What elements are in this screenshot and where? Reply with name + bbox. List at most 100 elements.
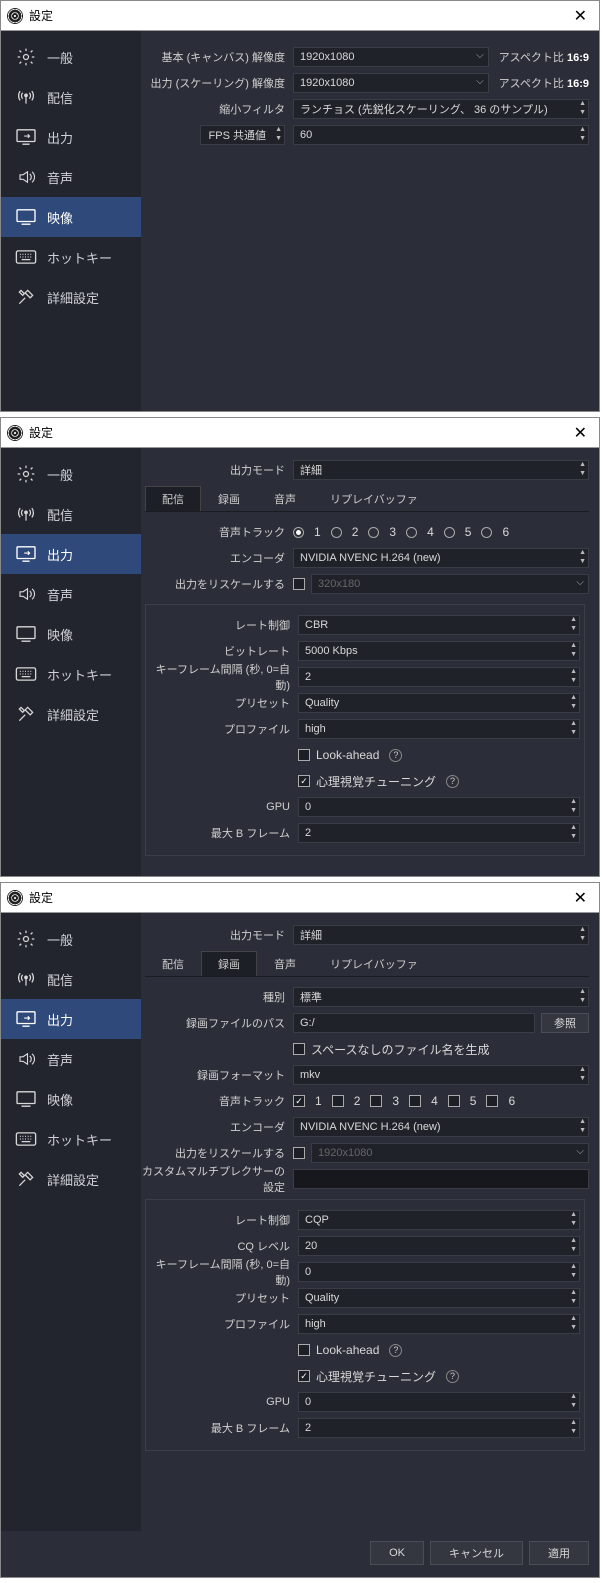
base-res-select[interactable]: 1920x1080⌵: [293, 47, 489, 67]
sidebar-item-stream[interactable]: 配信: [1, 959, 141, 999]
sidebar-item-stream[interactable]: 配信: [1, 494, 141, 534]
rec-rate-control-select[interactable]: CQP▲▼: [298, 1210, 580, 1230]
track-radio-3[interactable]: [368, 527, 379, 538]
rec-bframes-input[interactable]: 2▲▼: [298, 1418, 580, 1438]
sidebar-item-advanced[interactable]: 詳細設定: [1, 694, 141, 734]
sidebar-label: 出力: [47, 128, 73, 147]
gpu-input[interactable]: 0▲▼: [298, 797, 580, 817]
rec-keyframe-label: キーフレーム間隔 (秒, 0=自動): [146, 1256, 298, 1288]
help-icon[interactable]: ?: [389, 1344, 402, 1357]
track-radio-6[interactable]: [481, 527, 492, 538]
keyboard-icon: [15, 1130, 37, 1148]
keyframe-input[interactable]: 2▲▼: [298, 667, 580, 687]
cancel-button[interactable]: キャンセル: [430, 1541, 523, 1565]
tab-replay[interactable]: リプレイバッファ: [313, 486, 435, 511]
sidebar-item-general[interactable]: 一般: [1, 454, 141, 494]
help-icon[interactable]: ?: [446, 1370, 459, 1383]
sidebar-item-general[interactable]: 一般: [1, 37, 141, 77]
rate-control-select[interactable]: CBR▲▼: [298, 615, 580, 635]
rec-format-select[interactable]: mkv▲▼: [293, 1065, 589, 1085]
track-check-6[interactable]: [486, 1095, 498, 1107]
browse-button[interactable]: 参照: [541, 1013, 589, 1033]
tab-stream[interactable]: 配信: [145, 486, 201, 511]
track-radio-5[interactable]: [444, 527, 455, 538]
gpu-label: GPU: [146, 801, 298, 813]
sidebar-item-video[interactable]: 映像: [1, 614, 141, 654]
track-radio-1[interactable]: [293, 527, 304, 538]
rescale-checkbox[interactable]: [293, 578, 305, 590]
track-check-4[interactable]: [409, 1095, 421, 1107]
sidebar-item-hotkeys[interactable]: ホットキー: [1, 237, 141, 277]
sidebar-item-stream[interactable]: 配信: [1, 77, 141, 117]
scaled-res-select[interactable]: 1920x1080⌵: [293, 73, 489, 93]
nospace-checkbox[interactable]: [293, 1043, 305, 1055]
ok-button[interactable]: OK: [370, 1541, 424, 1565]
close-icon[interactable]: ✕: [568, 6, 593, 26]
close-icon[interactable]: ✕: [568, 888, 593, 908]
rec-encoder-select[interactable]: NVIDIA NVENC H.264 (new)▲▼: [293, 1117, 589, 1137]
track-check-1[interactable]: [293, 1095, 305, 1107]
bitrate-input[interactable]: 5000 Kbps▲▼: [298, 641, 580, 661]
rec-rescale-checkbox[interactable]: [293, 1147, 305, 1159]
help-icon[interactable]: ?: [389, 749, 402, 762]
rec-psycho-checkbox[interactable]: [298, 1370, 310, 1382]
close-icon[interactable]: ✕: [568, 423, 593, 443]
speaker-icon: [15, 585, 37, 603]
rec-profile-select[interactable]: high▲▼: [298, 1314, 580, 1334]
window-title: 設定: [29, 7, 568, 24]
fps-type-select[interactable]: FPS 共通値▲▼: [200, 125, 285, 145]
tab-record[interactable]: 録画: [201, 951, 257, 976]
rec-preset-select[interactable]: Quality▲▼: [298, 1288, 580, 1308]
sidebar-item-hotkeys[interactable]: ホットキー: [1, 654, 141, 694]
output-mode-select[interactable]: 詳細▲▼: [293, 460, 589, 480]
tab-stream[interactable]: 配信: [145, 951, 201, 976]
sidebar-item-audio[interactable]: 音声: [1, 1039, 141, 1079]
output-mode-select[interactable]: 詳細▲▼: [293, 925, 589, 945]
sidebar-item-video[interactable]: 映像: [1, 1079, 141, 1119]
sidebar-item-video[interactable]: 映像: [1, 197, 141, 237]
bframes-input[interactable]: 2▲▼: [298, 823, 580, 843]
tab-record[interactable]: 録画: [201, 486, 257, 511]
rec-mux-input[interactable]: [293, 1169, 589, 1189]
track-check-2[interactable]: [332, 1095, 344, 1107]
tab-replay[interactable]: リプレイバッファ: [313, 951, 435, 976]
sidebar-item-output[interactable]: 出力: [1, 999, 141, 1039]
rec-type-select[interactable]: 標準▲▼: [293, 987, 589, 1007]
track-check-3[interactable]: [370, 1095, 382, 1107]
filter-select[interactable]: ランチョス (先鋭化スケーリング、 36 のサンプル)▲▼: [293, 99, 589, 119]
apply-button[interactable]: 適用: [529, 1541, 589, 1565]
rec-lookahead-checkbox[interactable]: [298, 1344, 310, 1356]
sidebar-item-output[interactable]: 出力: [1, 534, 141, 574]
sidebar-label: 一般: [47, 48, 73, 67]
settings-window-output-record: 設定 ✕ 一般 配信 出力 音声 映像 ホットキー 詳細設定 出力モード 詳細▲…: [0, 882, 600, 1578]
rec-gpu-input[interactable]: 0▲▼: [298, 1392, 580, 1412]
sidebar-item-general[interactable]: 一般: [1, 919, 141, 959]
rec-keyframe-input[interactable]: 0▲▼: [298, 1262, 580, 1282]
output-record-panel: 出力モード 詳細▲▼ 配信 録画 音声 リプレイバッファ 種別標準▲▼ 録画ファ…: [141, 913, 599, 1531]
tab-audio[interactable]: 音声: [257, 486, 313, 511]
nospace-label: スペースなしのファイル名を生成: [311, 1041, 490, 1058]
obs-icon: [7, 890, 23, 906]
preset-select[interactable]: Quality▲▼: [298, 693, 580, 713]
lookahead-checkbox[interactable]: [298, 749, 310, 761]
psycho-checkbox[interactable]: [298, 775, 310, 787]
sidebar-item-advanced[interactable]: 詳細設定: [1, 1159, 141, 1199]
profile-select[interactable]: high▲▼: [298, 719, 580, 739]
track-check-5[interactable]: [448, 1095, 460, 1107]
rec-cq-input[interactable]: 20▲▼: [298, 1236, 580, 1256]
track-radio-4[interactable]: [406, 527, 417, 538]
fps-select[interactable]: 60▲▼: [293, 125, 589, 145]
spinner-icon: ▲▼: [579, 548, 586, 566]
sidebar-item-audio[interactable]: 音声: [1, 157, 141, 197]
obs-icon: [7, 8, 23, 24]
rec-path-input[interactable]: G:/: [293, 1013, 535, 1033]
tab-audio[interactable]: 音声: [257, 951, 313, 976]
encoder-select[interactable]: NVIDIA NVENC H.264 (new)▲▼: [293, 548, 589, 568]
tools-icon: [15, 288, 37, 306]
sidebar-item-output[interactable]: 出力: [1, 117, 141, 157]
track-radio-2[interactable]: [331, 527, 342, 538]
sidebar-item-hotkeys[interactable]: ホットキー: [1, 1119, 141, 1159]
sidebar-item-advanced[interactable]: 詳細設定: [1, 277, 141, 317]
help-icon[interactable]: ?: [446, 775, 459, 788]
sidebar-item-audio[interactable]: 音声: [1, 574, 141, 614]
